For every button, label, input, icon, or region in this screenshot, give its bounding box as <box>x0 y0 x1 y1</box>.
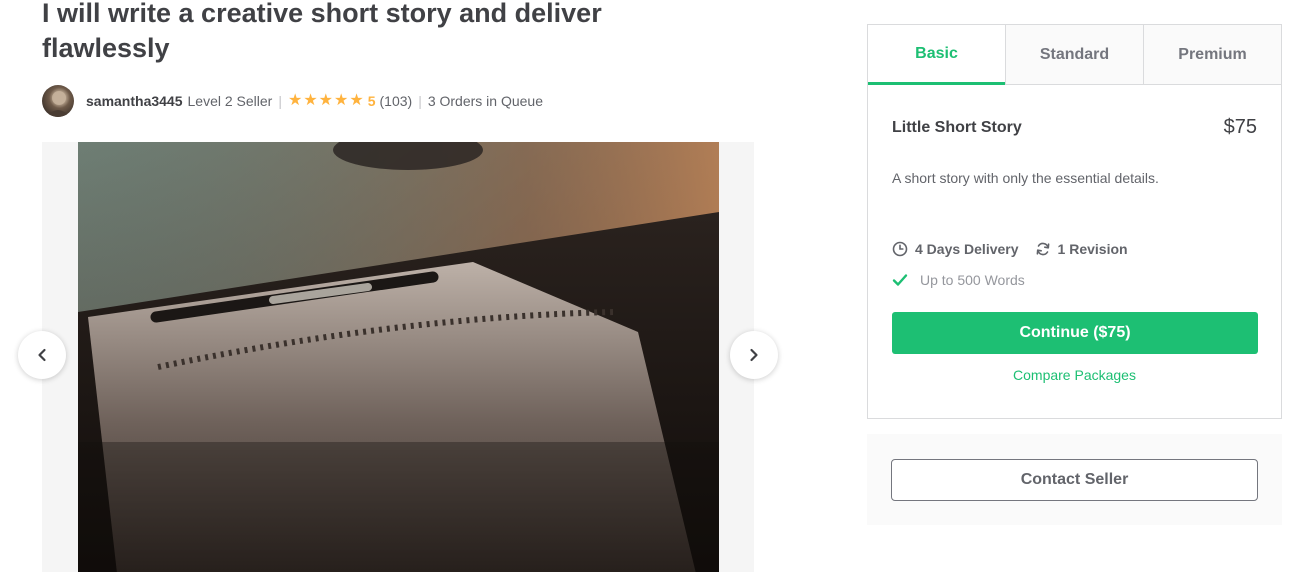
feature-label: Up to 500 Words <box>920 272 1025 288</box>
rating-score: 5 <box>367 92 376 109</box>
chevron-left-icon <box>38 348 46 362</box>
tab-premium[interactable]: Premium <box>1143 25 1281 85</box>
star-icon: ★ <box>303 91 318 109</box>
star-icon: ★ <box>318 91 334 109</box>
package-feature: Up to 500 Words <box>892 272 1257 288</box>
divider: | <box>418 92 422 109</box>
contact-seller-button[interactable]: Contact Seller <box>891 459 1258 501</box>
package-panel: Basic Standard Premium Little Short Stor… <box>867 24 1282 419</box>
seller-level: Level 2 Seller <box>187 92 273 109</box>
contact-seller-section: Contact Seller <box>867 434 1282 525</box>
rating-stars: ★ ★ ★ ★ ★ <box>287 91 364 109</box>
seller-avatar[interactable] <box>42 84 74 117</box>
clock-icon <box>892 241 908 257</box>
seller-overview: samantha3445 Level 2 Seller | ★ ★ ★ ★ ★ … <box>42 84 543 117</box>
star-icon: ★ <box>287 91 303 109</box>
package-tabs: Basic Standard Premium <box>868 25 1281 85</box>
gig-image[interactable] <box>78 142 719 572</box>
star-icon: ★ <box>334 91 349 109</box>
package-description: A short story with only the essential de… <box>892 170 1159 186</box>
compare-packages-link[interactable]: Compare Packages <box>892 367 1257 383</box>
gig-title: I will write a creative short story and … <box>42 0 602 63</box>
package-meta: 4 Days Delivery 1 Revision <box>892 241 1257 257</box>
delivery-time: 4 Days Delivery <box>892 241 1019 257</box>
check-icon <box>892 274 908 286</box>
tab-standard[interactable]: Standard <box>1005 25 1143 85</box>
continue-button[interactable]: Continue ($75) <box>892 312 1258 354</box>
refresh-icon <box>1036 242 1049 256</box>
rating-count[interactable]: (103) <box>380 93 413 109</box>
divider: | <box>278 92 282 109</box>
revisions: 1 Revision <box>1035 241 1128 257</box>
star-icon: ★ <box>349 91 364 109</box>
package-name: Little Short Story <box>892 118 1022 136</box>
tab-basic[interactable]: Basic <box>868 25 1005 85</box>
gig-gallery <box>42 142 754 572</box>
chevron-right-icon <box>750 348 758 362</box>
gallery-next-button[interactable] <box>730 331 778 379</box>
delivery-label: 4 Days Delivery <box>915 241 1019 257</box>
gallery-prev-button[interactable] <box>18 331 66 379</box>
package-price: $75 <box>1223 116 1257 138</box>
revisions-label: 1 Revision <box>1057 241 1128 257</box>
orders-in-queue: 3 Orders in Queue <box>427 92 543 109</box>
seller-username[interactable]: samantha3445 <box>86 93 183 109</box>
